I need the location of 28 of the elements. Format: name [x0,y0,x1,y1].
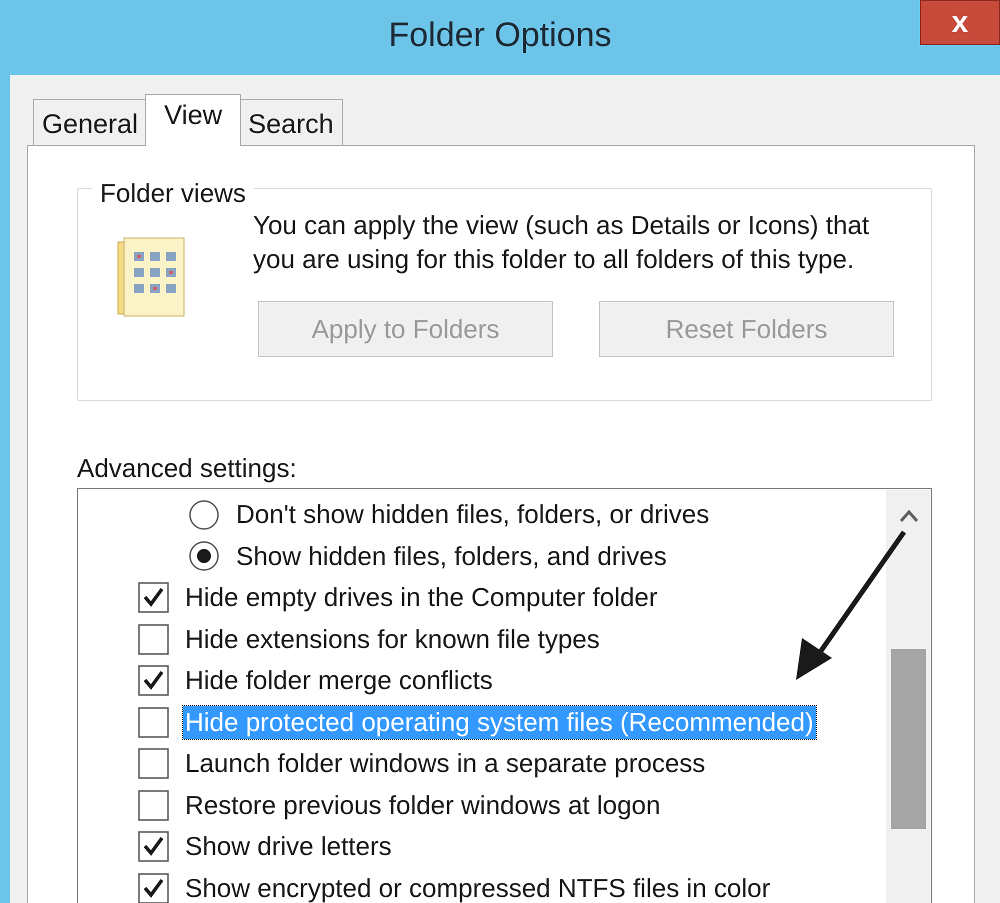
radio-button[interactable] [188,498,220,531]
section-label: Advanced settings: [77,452,297,485]
setting-item[interactable]: Show encrypted or compressed NTFS files in color [183,872,772,903]
checkbox[interactable] [138,665,169,696]
checkbox[interactable] [138,748,169,780]
description-text: You can apply the view (such as Details or Icons) that you are using for this folder to all folders of this type. [253,209,870,276]
radio-button[interactable] [188,540,220,572]
checkbox[interactable] [138,706,169,738]
setting-item[interactable]: Show drive letters [183,830,394,864]
scrollbar-thumb[interactable] [891,649,926,829]
setting-item[interactable]: Launch folder windows in a separate process [183,747,708,780]
checkbox[interactable] [138,831,169,862]
tab[interactable]: View [145,94,242,146]
checkbox[interactable] [138,582,169,614]
checkbox[interactable] [138,790,169,821]
scroll-up-icon[interactable] [899,509,919,523]
close-button[interactable]: x [920,0,1000,45]
setting-item[interactable]: Hide folder merge conflicts [183,664,495,698]
checkbox[interactable] [138,872,169,903]
window-title: Folder Options [388,15,612,56]
setting-item[interactable]: Show hidden files, folders, and drives [234,540,669,573]
setting-item[interactable]: Restore previous folder windows at logon [183,788,662,822]
checkbox[interactable] [138,624,169,655]
tab[interactable]: General [33,99,148,145]
setting-item[interactable]: Hide extensions for known file types [183,622,602,656]
setting-item[interactable]: Hide empty drives in the Computer folder [183,581,660,614]
setting-item[interactable]: Don't show hidden files, folders, or drives [234,498,712,532]
tab[interactable]: Search [239,99,343,145]
